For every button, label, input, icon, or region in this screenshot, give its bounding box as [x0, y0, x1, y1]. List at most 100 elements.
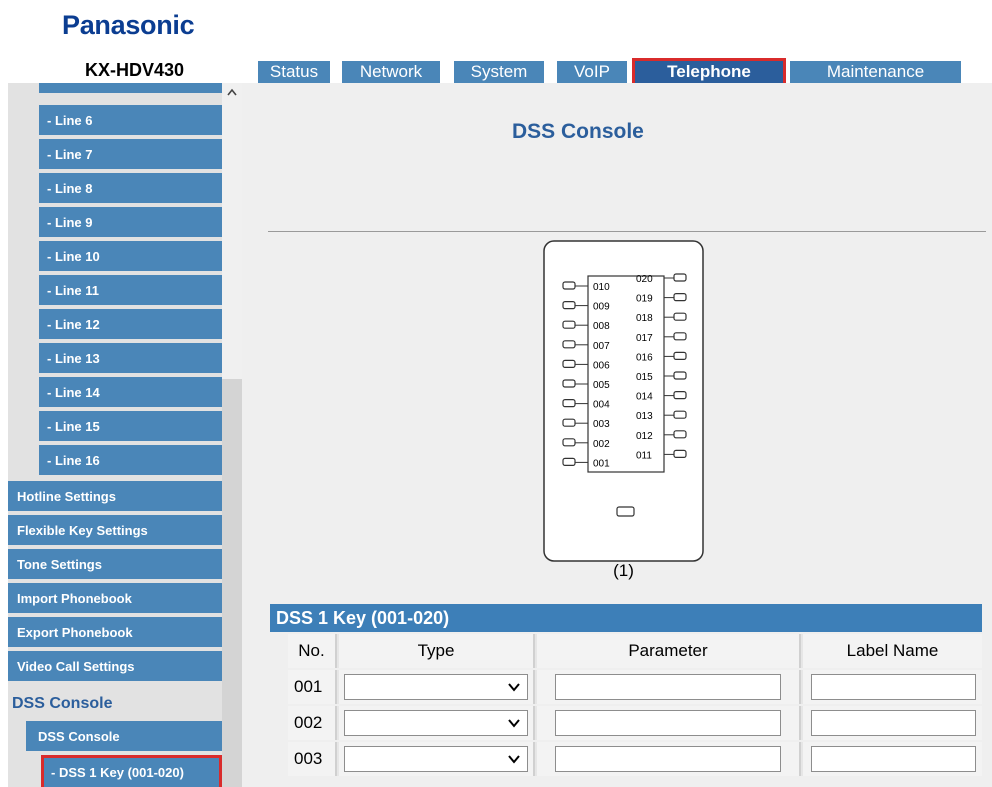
type-cell [339, 706, 535, 740]
sidebar-item-tone-settings[interactable]: Tone Settings [8, 549, 222, 581]
model-name: KX-HDV430 [84, 60, 185, 80]
dss-key-label: 019 [636, 294, 653, 305]
sidebar-item-line-16[interactable]: - Line 16 [39, 445, 222, 477]
column-header-parameter: Parameter [537, 634, 801, 668]
dss-key-button [673, 351, 687, 361]
label-name-input[interactable] [811, 710, 976, 736]
dss-key-section-header: DSS 1 Key (001-020) [270, 604, 982, 632]
parameter-cell [537, 670, 801, 704]
scrollbar-thumb[interactable] [222, 379, 242, 787]
dss-key-label: 009 [593, 302, 610, 313]
parameter-input[interactable] [555, 674, 781, 700]
dss-key-label: 015 [636, 372, 653, 383]
dss-key-button [673, 292, 687, 302]
tab-system[interactable]: System [454, 61, 544, 83]
column-header-no: No. [288, 634, 337, 668]
tab-voip[interactable]: VoIP [557, 61, 627, 83]
dss-key-button [562, 320, 576, 329]
dss-key-button [562, 281, 576, 290]
dss-key-label: 006 [593, 360, 610, 371]
dss-console-diagram: 010 009 008 007 006 005 004 003 002 001 020 019 018… [543, 240, 704, 562]
type-select[interactable] [344, 746, 528, 772]
dss-key-label: 008 [593, 321, 610, 332]
parameter-cell [537, 742, 801, 776]
dss-key-button [673, 449, 687, 458]
tab-network[interactable]: Network [342, 61, 440, 83]
sidebar-item-line-13[interactable]: - Line 13 [39, 343, 222, 375]
sidebar-item-line-12[interactable]: - Line 12 [39, 309, 222, 341]
dss-key-button [673, 312, 687, 321]
sidebar-item-dss-1-key[interactable]: - DSS 1 Key (001-020) [41, 755, 222, 787]
column-header-type: Type [339, 634, 535, 668]
dss-key-button [673, 430, 687, 439]
dss-key-button [562, 359, 576, 369]
sidebar-item-line-5[interactable]: - Line 5 [39, 83, 222, 95]
sidebar-item-line-6[interactable]: - Line 6 [39, 105, 222, 137]
tab-status[interactable]: Status [258, 61, 330, 83]
dss-key-label: 007 [593, 341, 610, 352]
divider [268, 231, 986, 232]
dss-key-button [562, 379, 576, 388]
table-row: 002 [288, 706, 982, 740]
type-select[interactable] [344, 674, 528, 700]
table-row: 003 [288, 742, 982, 776]
table-row: 001 [288, 670, 982, 704]
dss-key-button [673, 332, 687, 341]
label-name-input[interactable] [811, 674, 976, 700]
sidebar-item-export-phonebook[interactable]: Export Phonebook [8, 617, 222, 649]
sidebar-item-dss-console[interactable]: DSS Console [26, 721, 222, 753]
sidebar-item-line-8[interactable]: - Line 8 [39, 173, 222, 205]
dss-key-label: 002 [593, 439, 610, 450]
sidebar-item-line-9[interactable]: - Line 9 [39, 207, 222, 239]
dss-console-image: 010 009 008 007 006 005 004 003 002 001 020 019 018… [541, 238, 706, 588]
dss-key-label: 020 [636, 274, 653, 285]
sidebar-item-line-15[interactable]: - Line 15 [39, 411, 222, 443]
sidebar-item-line-14[interactable]: - Line 14 [39, 377, 222, 409]
parameter-input[interactable] [555, 746, 781, 772]
parameter-input[interactable] [555, 710, 781, 736]
chevron-down-icon [508, 755, 520, 764]
dss-key-button [673, 273, 687, 282]
type-select[interactable] [344, 710, 528, 736]
sidebar-item-import-phonebook[interactable]: Import Phonebook [8, 583, 222, 615]
sidebar-scrollbar[interactable] [222, 83, 242, 787]
sidebar-item-line-11[interactable]: - Line 11 [39, 275, 222, 307]
dss-key-label: 005 [593, 380, 610, 391]
dss-key-label: 016 [636, 352, 653, 363]
label-name-input[interactable] [811, 746, 976, 772]
page-title: DSS Console [512, 120, 644, 143]
sidebar-item-flexible-key-settings[interactable]: Flexible Key Settings [8, 515, 222, 547]
tab-telephone[interactable]: Telephone [632, 58, 786, 86]
sidebar-item-hotline-settings[interactable]: Hotline Settings [8, 481, 222, 513]
table-header-row: No. Type Parameter Label Name [288, 634, 982, 668]
dss-key-label: 001 [593, 458, 610, 469]
column-header-label-name: Label Name [803, 634, 982, 668]
dss-key-button [673, 391, 687, 400]
row-number: 003 [288, 742, 337, 776]
type-cell [339, 670, 535, 704]
dss-key-button [673, 410, 687, 419]
chevron-up-icon[interactable] [226, 87, 238, 99]
brand-logo: Panasonic [62, 10, 195, 40]
tab-maintenance[interactable]: Maintenance [790, 61, 961, 83]
dss-key-button [562, 340, 576, 349]
sidebar-item-line-10[interactable]: - Line 10 [39, 241, 222, 273]
dss-key-button [562, 418, 576, 427]
dss-key-label: 017 [636, 333, 653, 344]
chevron-down-icon [508, 683, 520, 692]
dss-key-label: 012 [636, 431, 653, 442]
chevron-down-icon [508, 719, 520, 728]
sidebar-item-line-7[interactable]: - Line 7 [39, 139, 222, 171]
dss-key-button [562, 457, 576, 466]
parameter-cell [537, 706, 801, 740]
label-cell [803, 742, 982, 776]
sidebar-item-video-call-settings[interactable]: Video Call Settings [8, 651, 222, 683]
sidebar-section-dss-console[interactable]: DSS Console [8, 688, 222, 720]
dss-key-label: 003 [593, 419, 610, 430]
dss-key-button [562, 438, 576, 447]
dss-key-button [673, 371, 687, 380]
dss-key-button [562, 300, 576, 310]
dss-key-button [562, 399, 576, 408]
dss-key-label: 018 [636, 313, 653, 324]
sidebar: - Line 5 - Line 6 - Line 7 - Line 8 - Li… [8, 83, 222, 787]
